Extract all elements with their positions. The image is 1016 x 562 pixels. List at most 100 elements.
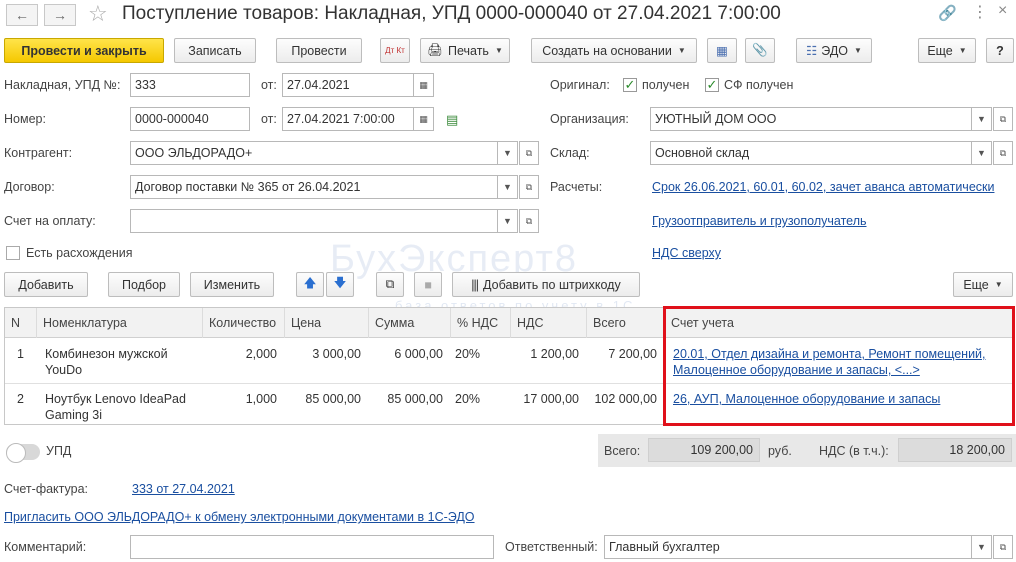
datetime-input[interactable]: 27.04.2021 7:00:00 <box>282 107 414 131</box>
vat-amount: 17 000,00 <box>523 392 579 406</box>
column-header-item[interactable]: Номенклатура <box>37 308 203 338</box>
sf-received-checkbox[interactable]: ✓ <box>705 77 719 92</box>
checkmark-icon: ✓ <box>706 77 718 92</box>
invite-edo-link[interactable]: Пригласить ООО ЭЛЬДОРАДО+ к обмену элект… <box>4 510 475 524</box>
delete-icon: ■ <box>424 277 432 292</box>
add-by-barcode-button[interactable]: ||| Добавить по штрихкоду <box>452 272 640 297</box>
settlements-label: Расчеты: <box>550 180 603 194</box>
invoice-payment-dropdown[interactable]: ▼ <box>498 209 518 233</box>
calendar-button[interactable]: ▦ <box>414 107 434 131</box>
change-button[interactable]: Изменить <box>190 272 274 297</box>
chevron-down-icon: ▼ <box>977 114 986 124</box>
responsible-dropdown[interactable]: ▼ <box>972 535 992 559</box>
open-icon: ⧉ <box>999 147 1007 158</box>
currency-label: руб. <box>768 444 792 458</box>
post-and-close-button[interactable]: Провести и закрыть <box>4 38 164 63</box>
copy-icon: ⧉ <box>385 277 395 291</box>
received-checkbox[interactable]: ✓ <box>623 77 637 92</box>
invoice-number-input[interactable]: 333 <box>130 73 250 97</box>
print-button[interactable]: 🖨 Печать ▼ <box>420 38 510 63</box>
received-label: получен <box>642 78 690 92</box>
column-header-vat-rate[interactable]: % НДС <box>451 308 511 338</box>
invoice-payment-label: Счет на оплату: <box>4 214 96 228</box>
contract-open-button[interactable]: ⧉ <box>519 175 539 199</box>
organization-input[interactable]: УЮТНЫЙ ДОМ ООО <box>650 107 972 131</box>
post-button[interactable]: Провести <box>276 38 362 63</box>
counterparty-dropdown[interactable]: ▼ <box>498 141 518 165</box>
add-row-button[interactable]: Добавить <box>4 272 88 297</box>
save-button[interactable]: Записать <box>174 38 256 63</box>
chevron-down-icon: ▼ <box>977 148 986 158</box>
attach-button[interactable]: 📎 <box>745 38 775 63</box>
table-more-button[interactable]: Еще ▼ <box>953 272 1013 297</box>
history-icon[interactable]: ▤ <box>446 112 458 128</box>
move-up-button[interactable]: 🡅 <box>296 272 324 297</box>
open-icon: ⧉ <box>525 181 533 192</box>
forward-button[interactable]: → <box>44 4 76 26</box>
favorite-star-icon[interactable]: ☆ <box>88 1 108 27</box>
settlements-link[interactable]: Срок 26.06.2021, 60.01, 60.02, зачет ава… <box>652 180 994 194</box>
column-header-vat[interactable]: НДС <box>511 308 587 338</box>
warehouse-dropdown[interactable]: ▼ <box>972 141 992 165</box>
warehouse-open-button[interactable]: ⧉ <box>993 141 1013 165</box>
help-button[interactable]: ? <box>986 38 1014 63</box>
more-button[interactable]: Еще ▼ <box>918 38 976 63</box>
sf-link[interactable]: 333 от 27.04.2021 <box>132 482 235 496</box>
menu-dots-icon[interactable]: ⋮ <box>972 2 988 22</box>
window-title: Поступление товаров: Накладная, УПД 0000… <box>122 3 781 24</box>
invoice-date-input[interactable]: 27.04.2021 <box>282 73 414 97</box>
upd-toggle[interactable] <box>6 443 40 463</box>
organization-dropdown[interactable]: ▼ <box>972 107 992 131</box>
column-header-total[interactable]: Всего <box>587 308 665 338</box>
counterparty-label: Контрагент: <box>4 146 73 160</box>
column-header-sum[interactable]: Сумма <box>369 308 451 338</box>
edo-button[interactable]: ☷ ЭДО ▼ <box>796 38 872 63</box>
warehouse-input[interactable]: Основной склад <box>650 141 972 165</box>
quantity: 1,000 <box>245 392 277 406</box>
number-label: Номер: <box>4 112 46 126</box>
link-icon[interactable]: 🔗 <box>938 4 957 22</box>
responsible-open-button[interactable]: ⧉ <box>993 535 1013 559</box>
invoice-number-label: Накладная, УПД №: <box>4 78 121 92</box>
chevron-down-icon: ▼ <box>503 148 512 158</box>
date-label: от: <box>261 112 277 126</box>
shipper-consignee-link[interactable]: Грузоотправитель и грузополучатель <box>652 214 867 228</box>
column-header-n[interactable]: N <box>5 308 37 338</box>
selection-button[interactable]: Подбор <box>108 272 180 297</box>
move-down-button[interactable]: 🡇 <box>326 272 354 297</box>
contract-dropdown[interactable]: ▼ <box>498 175 518 199</box>
discrepancy-checkbox[interactable] <box>6 246 20 260</box>
invoice-payment-open-button[interactable]: ⧉ <box>519 209 539 233</box>
copy-row-button[interactable]: ⧉ <box>376 272 404 297</box>
create-based-on-button[interactable]: Создать на основании ▼ <box>531 38 697 63</box>
close-icon[interactable]: × <box>998 2 1007 20</box>
price: 85 000,00 <box>305 392 361 406</box>
structure-button[interactable]: ▦ <box>707 38 737 63</box>
responsible-input[interactable]: Главный бухгалтер <box>604 535 972 559</box>
chevron-down-icon: ▼ <box>503 216 512 226</box>
original-label: Оригинал: <box>550 78 610 92</box>
vat-on-top-link[interactable]: НДС сверху <box>652 246 721 260</box>
sf-received-label: СФ получен <box>724 78 794 92</box>
dt-kt-button[interactable]: Дт Кт <box>380 38 410 63</box>
counterparty-input[interactable]: ООО ЭЛЬДОРАДО+ <box>130 141 498 165</box>
number-input[interactable]: 0000-000040 <box>130 107 250 131</box>
column-header-price[interactable]: Цена <box>285 308 369 338</box>
warehouse-label: Склад: <box>550 146 590 160</box>
total: 7 200,00 <box>608 347 657 361</box>
contract-input[interactable]: Договор поставки № 365 от 26.04.2021 <box>130 175 498 199</box>
row-number: 1 <box>17 347 24 361</box>
calendar-button[interactable]: ▦ <box>414 73 434 97</box>
chevron-down-icon: ▼ <box>494 46 503 55</box>
invoice-payment-input[interactable] <box>130 209 498 233</box>
back-button[interactable]: ← <box>6 4 38 26</box>
organization-open-button[interactable]: ⧉ <box>993 107 1013 131</box>
column-header-qty[interactable]: Количество <box>203 308 285 338</box>
print-label: Печать <box>448 43 489 58</box>
sf-label: Счет-фактура: <box>4 482 89 496</box>
responsible-label: Ответственный: <box>505 540 598 554</box>
vat-rate: 20% <box>455 347 481 361</box>
comment-input[interactable] <box>130 535 494 559</box>
delete-row-button[interactable]: ■ <box>414 272 442 297</box>
counterparty-open-button[interactable]: ⧉ <box>519 141 539 165</box>
